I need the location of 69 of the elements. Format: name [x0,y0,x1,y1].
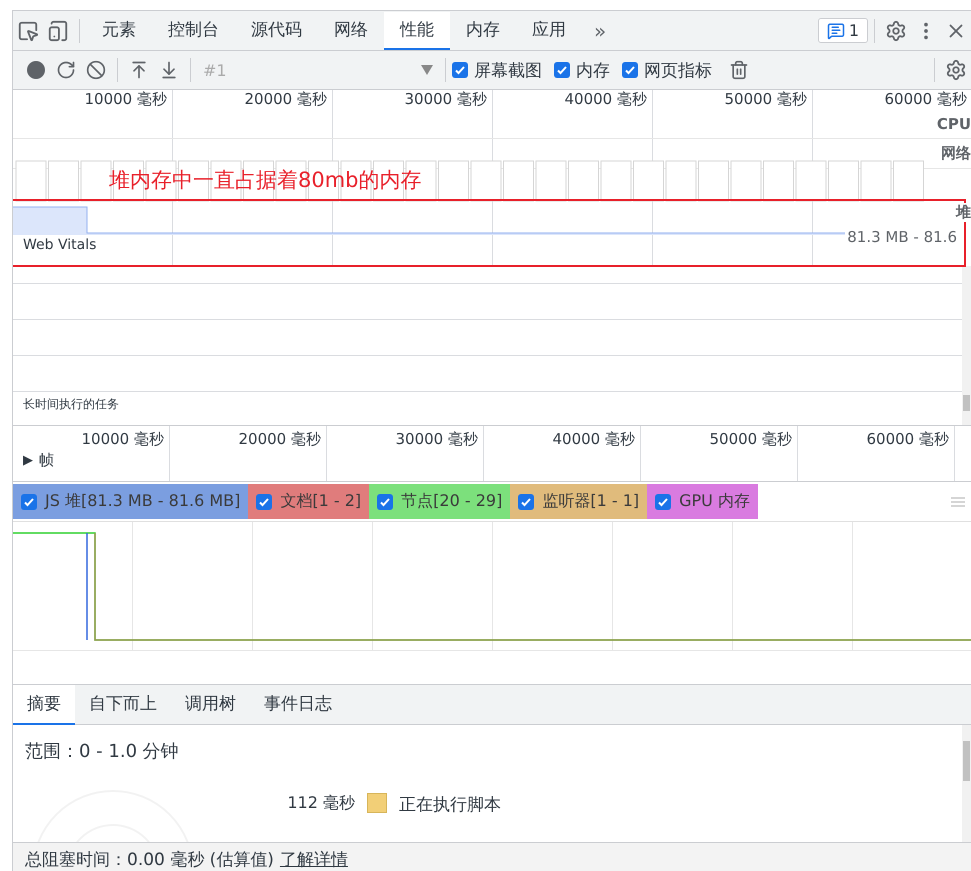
issues-button[interactable]: 1 [818,18,868,43]
counter-legend-item[interactable]: 节点[20 - 29] [369,484,510,519]
time-tick: 50000 毫秒 [708,429,793,449]
details-tab[interactable]: 自下而上 [75,684,171,724]
panel-tab[interactable]: 性能 [384,12,450,50]
panel-tab[interactable]: 应用 [516,12,582,50]
checkmark-icon [520,496,532,508]
checkbox[interactable] [377,494,394,510]
checkbox[interactable] [256,494,272,510]
counter-label: 监听器[1 - 1] [542,491,640,512]
checkmark-icon [258,496,270,508]
counter-label: 节点[20 - 29] [401,491,502,512]
checkbox[interactable] [622,62,638,78]
frames-label: 帧 [39,451,54,470]
more-tabs-button[interactable]: » [582,18,618,42]
time-tick: 50000 毫秒 [724,90,808,109]
details-tab[interactable]: 事件日志 [250,684,346,724]
checkmark-icon [23,496,35,508]
panel-tab[interactable]: 网络 [318,12,384,50]
counter-label: JS 堆[81.3 MB - 81.6 MB] [45,491,240,512]
checkmark-icon [379,496,392,508]
counter-legend-item[interactable]: JS 堆[81.3 MB - 81.6 MB] [13,484,248,519]
counter-legend-item[interactable]: 文档[1 - 2] [248,484,370,519]
panel-tab[interactable]: 内存 [450,12,516,50]
panel-tab[interactable]: 源代码 [235,12,318,50]
checkmark-icon [454,64,466,76]
long-tasks-label: 长时间执行的任务 [22,396,120,413]
checkbox-label: 内存 [576,60,610,82]
time-tick: 30000 毫秒 [404,90,488,109]
checkbox[interactable] [554,62,570,78]
counter-label: GPU 内存 [679,491,750,512]
counter-label: 文档[1 - 2] [280,491,362,512]
message-icon [826,22,845,40]
duration-text: 112 毫秒 [286,793,355,814]
time-tick: 20000 毫秒 [238,429,322,449]
panel-tab[interactable]: 控制台 [152,12,235,50]
counter-legend-item[interactable]: GPU 内存 [647,484,758,519]
checkmark-icon [657,496,670,508]
details-tab[interactable]: 摘要 [13,684,75,724]
time-tick: 20000 毫秒 [244,90,328,109]
checkmark-icon [556,64,568,76]
annotation-text: 堆内存中一直占据着80mb的内存 [109,167,422,194]
range-text: 范围：0 - 1.0 分钟 [25,740,180,763]
heap-lane-label: 堆 [952,203,971,222]
checkbox[interactable] [452,62,468,78]
expand-toggle[interactable]: ▶ [23,453,33,468]
checkbox-label: 网页指标 [644,60,712,82]
time-tick: 60000 毫秒 [884,90,968,109]
scrollbar[interactable] [962,266,971,425]
scrollbar[interactable] [962,725,971,842]
panel-tab[interactable]: 元素 [86,12,152,50]
dropdown-caret-icon [421,65,433,75]
time-tick: 40000 毫秒 [552,429,636,449]
counter-legend-item[interactable]: 监听器[1 - 1] [510,484,648,519]
time-tick: 40000 毫秒 [564,90,648,109]
checkbox-label: 屏幕截图 [474,60,542,82]
checkbox[interactable] [518,494,534,510]
checkmark-icon [624,64,636,76]
learn-more-link[interactable]: 了解详情 [280,848,348,870]
web-vitals-label: Web Vitals [23,237,96,253]
time-tick: 30000 毫秒 [394,429,479,449]
checkbox[interactable] [655,494,672,510]
time-tick: 60000 毫秒 [866,429,950,449]
time-tick: 10000 毫秒 [80,429,165,449]
checkbox[interactable] [21,494,37,510]
time-tick: 10000 毫秒 [84,90,168,109]
category-label: 正在执行脚本 [399,794,502,816]
blocking-time-text: 总阻塞时间：0.00 毫秒 (估算值) [25,848,274,870]
details-tab[interactable]: 调用树 [171,684,250,724]
